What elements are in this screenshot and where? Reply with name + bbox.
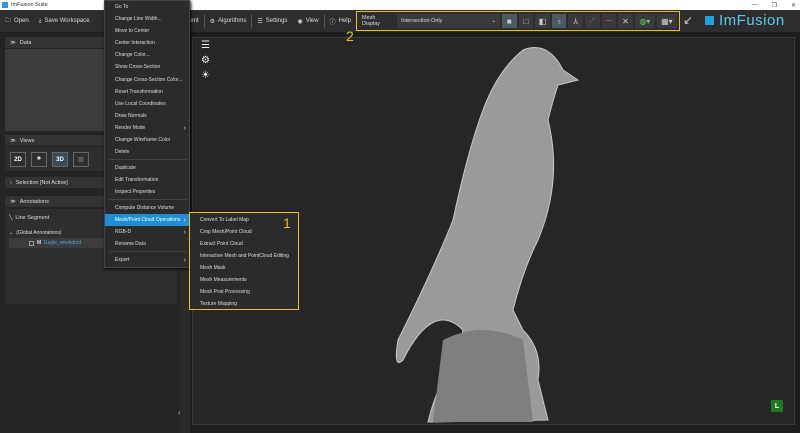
menu-item-rgb-d[interactable]: RGB-D › [105, 226, 189, 238]
menu-item-inspect-properties[interactable]: Inspect Properties [105, 186, 189, 198]
help-icon: ⓘ [329, 19, 336, 26]
submenu-item-mesh-measurements[interactable]: Mesh Measurements [190, 274, 296, 286]
brand-logo: ImFusion [705, 12, 785, 29]
algorithms-icon: ⚙ [209, 18, 216, 25]
collapse-icon: ≫ [10, 39, 16, 46]
view-3d-button[interactable]: 3D [52, 152, 68, 167]
menu-item-export[interactable]: Export › [105, 254, 189, 266]
window-controls: — ❐ ✕ [752, 0, 796, 10]
arrow-icon[interactable]: ↙ [683, 13, 693, 27]
chevron-right-icon: › [183, 228, 186, 236]
gear-icon[interactable]: ⚙ [201, 55, 210, 66]
chevron-down-icon: ⌄ [9, 230, 14, 236]
mesh-display-toolbar: Mesh Display Intersection Only ⌄ ■ □ ◧ ♁ … [356, 11, 680, 31]
global-annotations-node[interactable]: ⌄ (Global Annotations) [9, 230, 62, 236]
menu-item-go-to[interactable]: Go To [105, 1, 189, 13]
solid-cube-icon[interactable]: ■ [502, 14, 517, 28]
menu-item-center-interaction[interactable]: Center Interaction [105, 37, 189, 49]
menu-item-duplicate[interactable]: Duplicate [105, 162, 189, 174]
grid-dropdown-icon[interactable]: ▦▾ [656, 14, 677, 28]
expand-icon: › [10, 179, 12, 186]
menu-item-render-mode[interactable]: Render Mode › [105, 122, 189, 134]
mesh-display-label: Mesh Display [362, 15, 381, 27]
submenu-item-mesh-mask[interactable]: Mesh Mask [190, 262, 296, 274]
app-logo-icon [2, 2, 8, 8]
submenu-item-crop-mesh-point-cloud[interactable]: Crop Mesh/Point Cloud [190, 226, 296, 238]
menu-item-change-line-width[interactable]: Change Line Width... [105, 13, 189, 25]
chevron-right-icon: › [183, 124, 186, 132]
shaded-cube-icon[interactable]: ◧ [535, 14, 550, 28]
collapse-icon: ≫ [10, 198, 16, 205]
submenu-item-texture-mapping[interactable]: Texture Mapping [190, 298, 296, 310]
menu-item-delete[interactable]: Delete [105, 146, 189, 158]
close-button[interactable]: ✕ [791, 2, 796, 9]
menu-separator [109, 199, 187, 200]
chevron-right-icon: › [183, 216, 186, 224]
view-grid-button[interactable]: ⌗ [31, 152, 47, 167]
menu-separator [109, 159, 187, 160]
callout-2: 2 [346, 28, 354, 44]
brand-square-icon [705, 16, 714, 25]
save-workspace-button[interactable]: ⤓ Save Workspace [34, 18, 95, 25]
maximize-button[interactable]: ❐ [772, 2, 777, 9]
help-button[interactable]: ⓘ Help [325, 17, 356, 26]
window-title: ImFusion Suite [11, 2, 48, 8]
submenu-item-convert-to-label-map[interactable]: Convert To Label Map [190, 214, 296, 226]
chevron-down-icon: ⌄ [491, 18, 497, 24]
submenu-item-extract-point-cloud[interactable]: Extract Point Cloud [190, 238, 296, 250]
menu-item-compute-distance-volume[interactable]: Compute Distance Volume [105, 202, 189, 214]
algorithms-button[interactable]: ⚙ Algorithms [205, 18, 252, 25]
callout-1: 1 [283, 215, 291, 231]
folder-icon: 🗀 [5, 18, 12, 24]
submenu-item-mesh-post-processing[interactable]: Mesh Post Processing [190, 286, 296, 298]
line-icon: ╲ [9, 215, 13, 221]
fit-icon[interactable]: ✕ [618, 14, 633, 28]
chevron-right-icon: › [183, 256, 186, 264]
menu-item-edit-transformation[interactable]: Edit Transformation [105, 174, 189, 186]
annotation-item[interactable]: M Eagle_wholebird [9, 238, 104, 248]
menu-item-mesh-point-cloud-operations[interactable]: Mesh/Point Cloud Operations › [105, 214, 189, 226]
view-button[interactable]: ◉ View [292, 18, 323, 25]
open-button[interactable]: 🗀 Open [0, 16, 34, 26]
menu-item-change-wireframe-color[interactable]: Change Wireframe Color [105, 134, 189, 146]
sliders-icon: ☰ [257, 18, 263, 25]
view-2d-button[interactable]: 2D [10, 152, 26, 167]
menu-item-change-color[interactable]: Change Color... [105, 49, 189, 61]
menu-item-draw-normals[interactable]: Draw Normals [105, 110, 189, 122]
mesh-display-select[interactable]: Intersection Only ⌄ [397, 14, 501, 28]
settings-button[interactable]: ☰ Settings [252, 18, 292, 25]
menu-item-show-cross-section[interactable]: Show Cross-Section [105, 61, 189, 73]
hamburger-icon[interactable]: ☰ [201, 40, 210, 51]
orientation-badge: L [771, 400, 783, 412]
line-segment-button[interactable]: ╲ Line Segment [9, 215, 49, 221]
collapse-icon: ≫ [10, 137, 16, 144]
axes-icon[interactable]: ⅄ [568, 14, 583, 28]
eye-icon: ◉ [297, 18, 303, 25]
menu-item-change-cross-section-color[interactable]: Change Cross-Section Color... [105, 74, 189, 86]
menu-separator [109, 251, 187, 252]
menu-item-move-to-center[interactable]: Move to Center [105, 25, 189, 37]
view-mixed-button[interactable]: ▨ [73, 152, 89, 167]
context-menu: Go To Change Line Width... Move to Cente… [104, 0, 190, 268]
submenu-item-interactive-editing[interactable]: Interactive Mesh and PointCloud Editing [190, 250, 296, 262]
menu-item-reset-transformation[interactable]: Reset Transformation [105, 86, 189, 98]
plane-icon[interactable]: ⏤ [601, 14, 617, 28]
lightbulb-icon[interactable]: ♁ [551, 14, 567, 28]
checkbox[interactable] [29, 240, 34, 246]
eagle-mesh [395, 47, 580, 423]
download-icon: ⤓ [38, 17, 42, 24]
sphere-dropdown-icon[interactable]: ◍▾ [634, 14, 655, 28]
minimize-button[interactable]: — [752, 2, 758, 8]
brightness-icon[interactable]: ☀ [201, 70, 210, 81]
menu-item-use-local-coordinates[interactable]: Use Local Coordinates [105, 98, 189, 110]
wire-cube-icon[interactable]: □ [518, 14, 534, 28]
menu-item-rename-data[interactable]: Rename Data [105, 238, 189, 250]
normals-icon[interactable]: ⟋ [585, 14, 600, 28]
